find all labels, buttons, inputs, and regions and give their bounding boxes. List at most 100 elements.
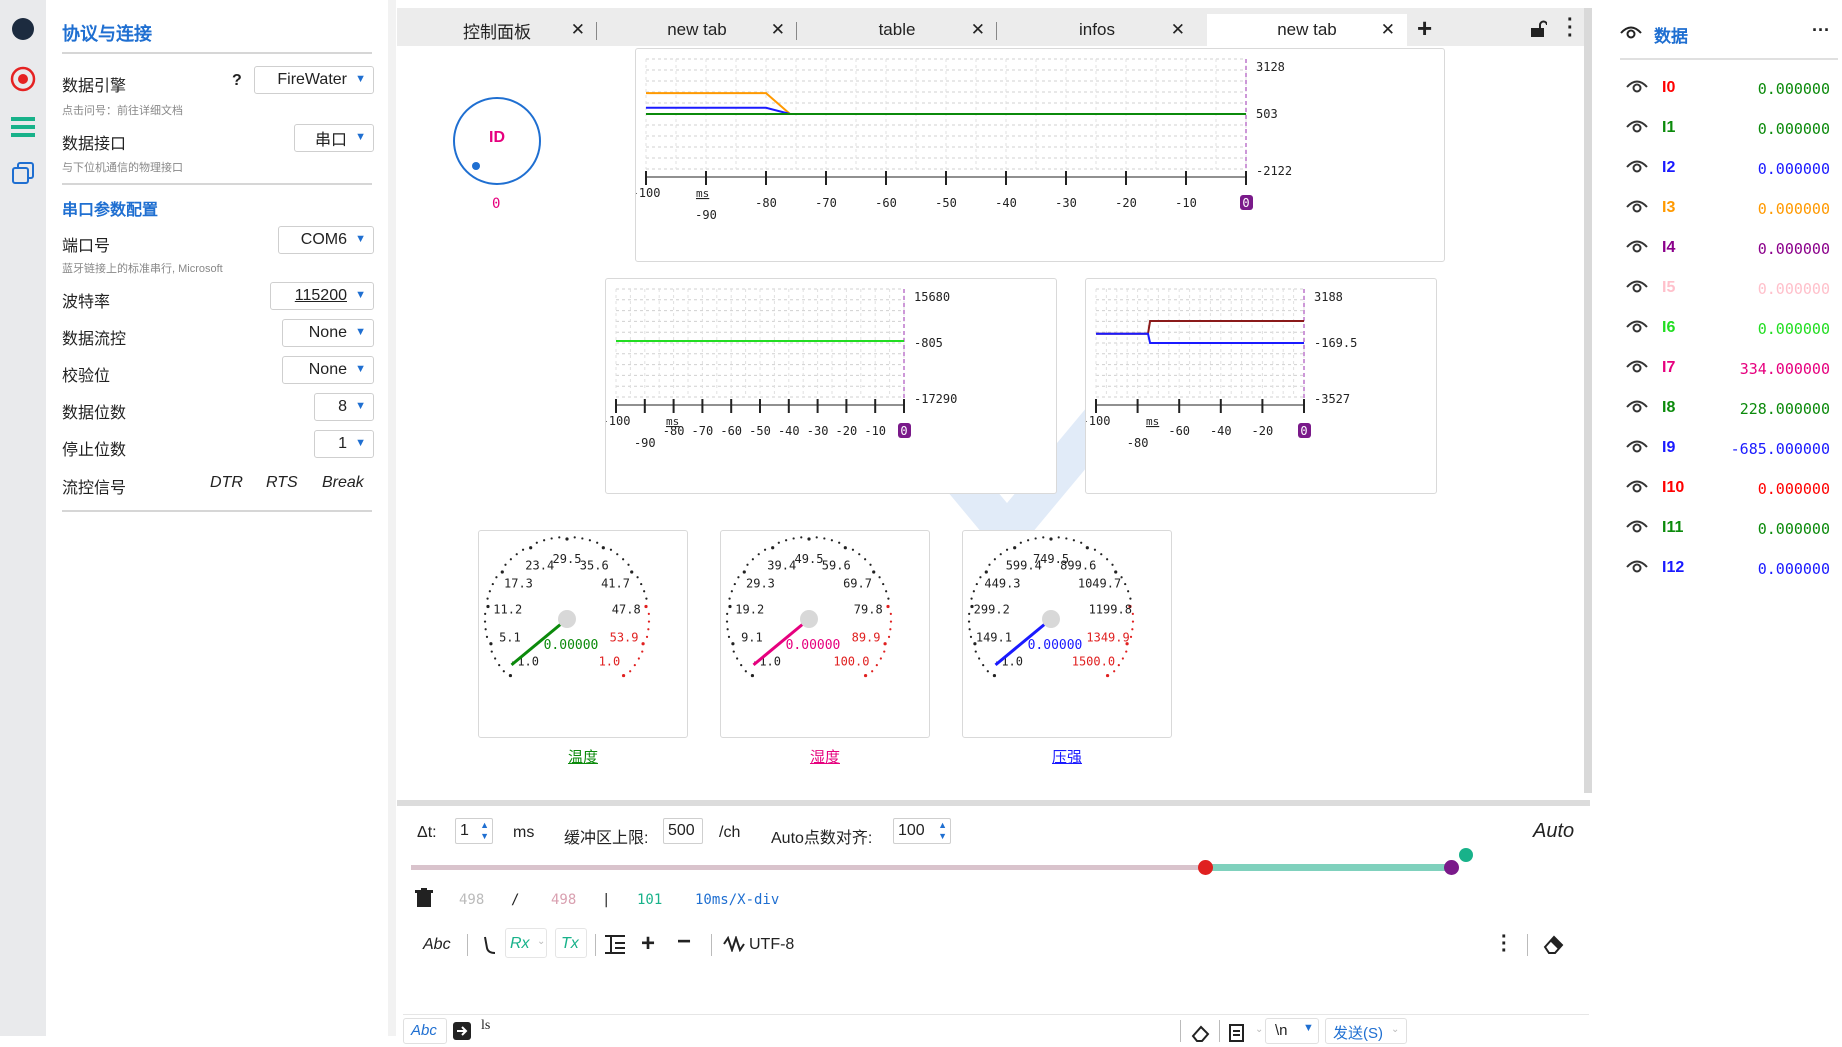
eye-icon[interactable] — [1626, 518, 1648, 539]
hook-icon[interactable] — [481, 934, 497, 961]
databits-select[interactable]: 8 ▼ — [314, 393, 374, 421]
channel-row[interactable]: I9 -685.000000 — [1620, 434, 1830, 464]
chart-mid-left[interactable]: 15680-805-17290-100-90-80-70-60-50-40-30… — [605, 278, 1057, 494]
eye-icon[interactable] — [1626, 238, 1648, 259]
channel-row[interactable]: I5 0.000000 — [1620, 274, 1830, 304]
dt-spinner[interactable]: 1 ▲ ▼ — [455, 818, 493, 844]
copy-icon[interactable] — [8, 158, 38, 188]
chart-top[interactable]: 3128503-2122-100-90-80-70-60-50-40-30-20… — [635, 48, 1445, 262]
x-tick-label: -40 — [995, 196, 1017, 210]
close-icon[interactable]: ✕ — [971, 20, 985, 40]
gauge-pressure[interactable]: -1.0 149.1 299.2 449.3 599.4 749.5 899.6 1049.7… — [962, 530, 1172, 738]
channel-value: 0.000000 — [1757, 280, 1830, 298]
parity-select[interactable]: None ▼ — [282, 356, 374, 384]
range-track[interactable] — [411, 865, 1205, 870]
rx-toggle[interactable]: Rx — [510, 935, 530, 953]
channel-row[interactable]: I4 0.000000 — [1620, 234, 1830, 264]
channel-row[interactable]: I0 0.000000 — [1620, 74, 1830, 104]
help-button[interactable]: ? — [232, 72, 242, 90]
break-toggle[interactable]: Break — [322, 474, 364, 492]
send-input[interactable]: ls — [481, 1018, 490, 1034]
close-icon[interactable]: ✕ — [571, 20, 585, 40]
eye-icon[interactable] — [1626, 158, 1648, 179]
eye-icon[interactable] — [1620, 24, 1642, 45]
tab-table[interactable]: table ✕ — [797, 14, 997, 46]
tx-toggle[interactable]: Tx — [561, 935, 579, 953]
unlock-icon[interactable] — [1529, 20, 1548, 43]
tab-control-panel[interactable]: 控制面板 ✕ — [397, 14, 597, 46]
eye-icon[interactable] — [1626, 318, 1648, 339]
channel-row[interactable]: I12 0.000000 — [1620, 554, 1830, 584]
eye-icon[interactable] — [1626, 398, 1648, 419]
text-format-icon[interactable] — [605, 934, 625, 959]
tab-infos[interactable]: infos ✕ — [997, 14, 1197, 46]
gauge-tick — [645, 635, 649, 638]
more-vert-icon[interactable]: · · · — [1501, 927, 1508, 961]
x-tick-label: -10 — [1175, 196, 1197, 210]
gauge-value: 0.00000 — [786, 638, 841, 653]
range-handle-start[interactable] — [1198, 860, 1213, 875]
send-history-icon[interactable] — [453, 1022, 471, 1045]
x-tick-label: -90 — [695, 208, 717, 222]
y-tick-label: -3527 — [1314, 392, 1350, 406]
channel-row[interactable]: I2 0.000000 — [1620, 154, 1830, 184]
gauge-tick — [1049, 537, 1053, 541]
close-icon[interactable]: ✕ — [1171, 20, 1185, 40]
target-icon[interactable] — [8, 64, 38, 94]
list-icon[interactable] — [8, 112, 38, 142]
gauge-humidity[interactable]: -1.0 9.1 19.2 29.3 39.4 49.5 59.6 69.7 79.8 89.9 1… — [720, 530, 930, 738]
eye-icon[interactable] — [1626, 78, 1648, 99]
eye-icon[interactable] — [1626, 118, 1648, 139]
add-tab-button[interactable]: + — [1417, 13, 1432, 44]
trash-icon[interactable] — [415, 888, 433, 913]
interface-select[interactable]: 串口 ▼ — [294, 124, 374, 152]
abc-button[interactable]: Abc — [423, 936, 451, 954]
gauge-label-humidity[interactable]: 湿度 — [720, 746, 930, 767]
rts-toggle[interactable]: RTS — [266, 474, 298, 492]
x-tick-label: -60 — [1168, 424, 1190, 438]
close-icon[interactable]: ✕ — [1381, 20, 1395, 40]
channel-row[interactable]: I8 228.000000 — [1620, 394, 1830, 424]
minus-icon[interactable]: − — [677, 928, 691, 956]
encoding-select[interactable]: UTF-8 — [749, 936, 794, 954]
align-spinner[interactable]: 100 ▲ ▼ — [893, 818, 951, 844]
baud-select[interactable]: 115200 ▼ — [270, 282, 374, 310]
eye-icon[interactable] — [1626, 478, 1648, 499]
buffer-input[interactable]: 500 — [663, 818, 703, 844]
eye-icon[interactable] — [1626, 198, 1648, 219]
channel-row[interactable]: I6 0.000000 — [1620, 314, 1830, 344]
more-icon[interactable]: ··· — [1812, 20, 1830, 41]
engine-select[interactable]: FireWater ▼ — [254, 66, 374, 94]
eye-icon[interactable] — [1626, 278, 1648, 299]
record-circle-icon[interactable] — [8, 14, 38, 44]
port-select[interactable]: COM6 ▼ — [278, 226, 374, 254]
range-handle-end[interactable] — [1444, 860, 1459, 875]
eye-icon[interactable] — [1626, 558, 1648, 579]
chart-mid-right[interactable]: 3188 -169.5 -3527 -100 -80 -60 -40 -20 0 ms — [1085, 278, 1437, 494]
eye-icon[interactable] — [1626, 358, 1648, 379]
send-abc-toggle[interactable]: Abc — [411, 1022, 437, 1039]
channel-row[interactable]: I10 0.000000 — [1620, 474, 1830, 504]
gauge-temperature[interactable]: -1.0 5.1 11.2 17.3 23.4 29.5 35.6 41.7 47.8 53.9 1… — [478, 530, 688, 738]
tab-new-tab-2[interactable]: new tab ✕ — [1207, 14, 1407, 46]
flow-select[interactable]: None ▼ — [282, 319, 374, 347]
eraser-icon[interactable] — [1543, 934, 1565, 959]
plus-icon[interactable]: + — [641, 930, 655, 958]
channel-row[interactable]: I1 0.000000 — [1620, 114, 1830, 144]
close-icon[interactable]: ✕ — [771, 20, 785, 40]
auto-button[interactable]: Auto — [1533, 820, 1574, 843]
stopbits-select[interactable]: 1 ▼ — [314, 430, 374, 458]
channel-row[interactable]: I3 0.000000 — [1620, 194, 1830, 224]
main-scrollbar[interactable] — [1584, 8, 1592, 793]
waveform-icon[interactable] — [723, 934, 745, 957]
gauge-label-temperature[interactable]: 温度 — [478, 746, 688, 767]
more-vert-icon[interactable]: · · · — [1567, 10, 1574, 46]
tab-new-tab-1[interactable]: new tab ✕ — [597, 14, 797, 46]
dtr-toggle[interactable]: DTR — [210, 474, 243, 492]
gauge-label-pressure[interactable]: 压强 — [962, 746, 1172, 767]
id-widget[interactable]: ID — [452, 96, 542, 191]
range-handle-mid[interactable] — [1459, 848, 1473, 862]
channel-row[interactable]: I11 0.000000 — [1620, 514, 1830, 544]
eye-icon[interactable] — [1626, 438, 1648, 459]
channel-row[interactable]: I7 334.000000 — [1620, 354, 1830, 384]
